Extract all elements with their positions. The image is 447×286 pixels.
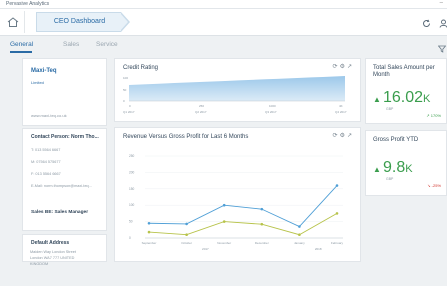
revenue-line-chart: 250 200 150 100 50 0 September October November D…	[129, 154, 344, 251]
address-title: Default Address	[31, 240, 70, 246]
y-tick-label: 100	[129, 203, 135, 207]
expand-icon[interactable]: ↗	[347, 64, 354, 70]
tab-active-indicator	[10, 51, 32, 53]
contact-email[interactable]: E-Mail: norm.thompson@maxi-teq...	[31, 184, 92, 188]
credit-title: Credit Rating	[123, 65, 159, 71]
divider	[24, 11, 25, 33]
data-point	[222, 220, 226, 223]
tab-bar: General Sales Service	[0, 36, 447, 53]
total-sales-card[interactable]: Total Sales Amount per Month ▲ 16.02K GB…	[365, 58, 447, 124]
x-tick-label: February	[331, 241, 344, 245]
contact-mobile[interactable]: M: 07564 575677	[31, 160, 61, 164]
revenue-chart-card[interactable]: Revenue Versus Gross Profit for Last 6 M…	[114, 127, 361, 262]
data-point	[335, 184, 339, 187]
data-point	[260, 222, 264, 226]
tab-service[interactable]: Service	[96, 41, 118, 48]
gross-profit-card[interactable]: Gross Profit YTD ▲ 9.8K GBP ↘ -25%	[365, 130, 447, 196]
top-tick: 0	[129, 104, 131, 108]
y-tick: 100	[123, 76, 128, 80]
y-tick-label: 150	[129, 187, 135, 191]
home-icon[interactable]	[6, 15, 22, 29]
credit-rating-card[interactable]: Credit Rating ⟳⚙↗ 100 50 0 0 250 1000 4K…	[114, 58, 361, 122]
kpi-delta: ↗ 170%	[426, 113, 441, 118]
address-line: Maiden Way London Street	[30, 250, 76, 254]
y-tick-label: 0	[129, 236, 131, 240]
data-point	[260, 207, 264, 211]
y-tick-label: 200	[129, 170, 135, 174]
trend-up-icon: ▲	[373, 95, 381, 104]
kpi-delta: ↘ -25%	[427, 183, 441, 188]
address-line: London WA7 777 UNITED	[30, 256, 75, 260]
y-tick: 50	[123, 88, 127, 92]
y-tick-label: 50	[129, 220, 133, 224]
shell-header: CEO Dashboard	[0, 9, 447, 36]
x-tick: Q2 2017	[195, 110, 207, 114]
refresh-icon[interactable]: ⟳	[333, 64, 340, 70]
kpi-title: Total Sales Amount per Month	[373, 65, 435, 78]
top-tick: 1000	[269, 104, 276, 108]
filter-icon[interactable]	[437, 40, 447, 58]
x-tick: Q4 2017	[335, 110, 347, 114]
year-label: 2017	[202, 247, 209, 251]
credit-chart: 100 50 0 0 250 1000 4K Q1 2017 Q2 2017 Q…	[123, 76, 347, 114]
company-name[interactable]: Maxi-Teq	[31, 68, 57, 74]
kpi-currency: GBP	[386, 177, 394, 181]
x-tick-label: January	[294, 241, 305, 245]
credit-area	[129, 76, 345, 101]
refresh-icon[interactable]	[422, 15, 431, 33]
sales-rep: Sales BE: Sales Manager	[31, 210, 89, 215]
y-tick: 0	[123, 99, 125, 103]
user-icon[interactable]	[439, 15, 447, 33]
company-subtitle: Limited	[31, 80, 44, 85]
minimize-button[interactable]: –	[440, 0, 443, 6]
breadcrumb[interactable]: CEO Dashboard	[36, 12, 121, 32]
year-label: 2018	[315, 247, 322, 251]
contact-card: Contact Person: Norm Tho... T: 013 5564 …	[22, 128, 107, 231]
data-point	[222, 203, 226, 207]
x-tick: Q1 2017	[123, 110, 135, 114]
top-tick: 250	[199, 104, 204, 108]
x-tick-label: December	[255, 241, 269, 245]
address-line: KINGDOM	[30, 262, 49, 266]
settings-icon[interactable]: ⚙	[340, 64, 347, 70]
x-tick-label: October	[181, 241, 192, 245]
kpi-currency: GBP	[386, 107, 394, 111]
x-tick-label: November	[217, 241, 231, 245]
kpi-title: Gross Profit YTD	[373, 137, 419, 143]
contact-title: Contact Person: Norm Tho...	[31, 134, 99, 140]
x-tick: Q3 2017	[265, 110, 277, 114]
kpi-value: 16.02K	[383, 89, 431, 106]
data-point	[185, 233, 188, 237]
data-point	[298, 233, 301, 237]
data-point	[335, 212, 339, 215]
kpi-value: 9.8K	[383, 159, 413, 176]
contact-phone[interactable]: T: 013 5564 6667	[31, 148, 60, 152]
data-point	[298, 225, 301, 228]
card-actions[interactable]: ⟳⚙↗	[333, 63, 354, 70]
y-tick-label: 250	[129, 154, 135, 158]
series-line	[148, 185, 338, 228]
title-bar: Pervasive Analytics –	[0, 0, 447, 9]
contact-fax: F: 013 5564 6667	[31, 172, 61, 176]
data-point	[147, 221, 151, 225]
app-title: Pervasive Analytics	[6, 1, 50, 7]
data-point	[185, 222, 188, 226]
breadcrumb-arrow-inner	[120, 13, 128, 31]
tab-sales[interactable]: Sales	[63, 41, 79, 48]
x-tick-label: September	[142, 241, 157, 245]
trend-up-icon: ▲	[373, 165, 381, 174]
breadcrumb-label: CEO Dashboard	[53, 18, 106, 25]
top-tick: 4K	[339, 104, 343, 108]
company-card[interactable]: Maxi-Teq Limited www.maxi-teq.co.uk	[22, 58, 107, 126]
tab-general[interactable]: General	[10, 41, 33, 48]
company-url[interactable]: www.maxi-teq.co.uk	[31, 113, 67, 118]
data-point	[147, 230, 151, 234]
